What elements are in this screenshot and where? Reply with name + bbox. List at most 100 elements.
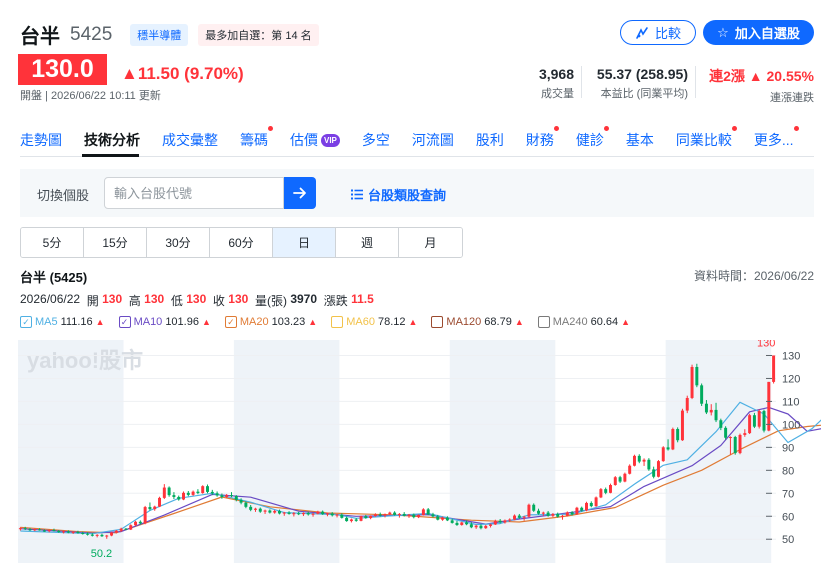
candle-body (513, 515, 517, 520)
stat-divider (695, 66, 696, 98)
compare-button[interactable]: 比較 (620, 20, 696, 45)
y-tick-label: 110 (782, 396, 800, 408)
candle-body (465, 522, 469, 525)
new-dot (553, 126, 559, 131)
ma20-toggle[interactable]: ✓ MA20 103.23 ▲ (224, 316, 317, 328)
price-change: ▲11.50 (9.70%) (121, 64, 244, 83)
add-watchlist-button[interactable]: ☆ 加入自選股 (703, 20, 814, 45)
candle-body (594, 497, 598, 507)
candle-body (580, 507, 584, 511)
tab-more[interactable]: 更多... (754, 126, 799, 150)
candle-body (177, 496, 181, 500)
checkbox-unchecked-icon[interactable] (331, 316, 344, 328)
tab-trades[interactable]: 成交彙整 (162, 130, 218, 150)
ma240-toggle[interactable]: MA240 60.64 ▲ (537, 316, 630, 328)
open-label: 開 (86, 294, 99, 308)
main-tabs: 走勢圖 技術分析 成交彙整 籌碼 估價 VIP 多空 河流圖 股利 財務 健診 基… (20, 126, 799, 150)
category-search-link[interactable]: 台股類股查詢 (351, 185, 446, 204)
new-dot (731, 126, 737, 131)
candle-body (628, 465, 632, 474)
tab-peer-compare[interactable]: 同業比較 (676, 126, 737, 150)
candle-body (191, 491, 195, 495)
tab-chips[interactable]: 籌碼 (240, 126, 273, 150)
current-price: 130.0 (18, 54, 107, 85)
candle-body (738, 434, 742, 454)
sector-badge[interactable]: 穩半導體 (130, 23, 189, 46)
candle-body (86, 533, 90, 535)
candle-body (66, 531, 70, 533)
period-30min[interactable]: 30分 (147, 228, 210, 257)
period-selector: 5分 15分 30分 60分 日 週 月 (20, 227, 463, 258)
candle-body (517, 515, 521, 518)
tab-trend[interactable]: 走勢圖 (20, 130, 62, 150)
ma60-toggle[interactable]: MA60 78.12 ▲ (331, 316, 417, 328)
candle-body (671, 428, 675, 450)
candle-body (330, 513, 334, 516)
tab-technical[interactable]: 技術分析 (84, 130, 140, 150)
candle-body (383, 514, 387, 516)
ma10-toggle[interactable]: ✓ MA10 101.96 ▲ (118, 316, 211, 328)
tab-valuation[interactable]: 估價 VIP (290, 130, 340, 150)
y-tick-label: 90 (782, 442, 794, 454)
candle-body (604, 489, 608, 493)
tab-bull-bear[interactable]: 多空 (362, 130, 390, 150)
candle-body (110, 532, 114, 536)
candle-body (666, 447, 670, 450)
candlestick-chart[interactable]: yahoo!股市 50 60 70 80 90 100 110 120 130 50.2 130 (0, 340, 821, 567)
candle-body (556, 513, 560, 517)
candle-body (455, 522, 459, 525)
candle-body (215, 493, 219, 496)
candle-body (436, 516, 440, 520)
period-15min[interactable]: 15分 (84, 228, 147, 257)
checkbox-checked-icon[interactable]: ✓ (20, 316, 32, 328)
candle-body (321, 511, 325, 515)
candle-body (316, 511, 320, 514)
tab-basic[interactable]: 基本 (626, 130, 654, 150)
candle-body (244, 502, 248, 507)
candle-body (642, 459, 646, 462)
candle-body (38, 529, 42, 531)
market-status-time: 開盤 | 2026/06/22 10:11 更新 (20, 90, 161, 102)
stat-volume: 3,968 成交量 (539, 66, 574, 101)
candle-body (42, 530, 46, 532)
candle-body (306, 513, 310, 515)
candle-body (129, 525, 133, 530)
checkbox-unchecked-icon[interactable] (537, 316, 550, 328)
period-month[interactable]: 月 (399, 228, 462, 257)
candle-body (287, 512, 291, 514)
ma120-toggle[interactable]: MA120 68.79 ▲ (431, 316, 524, 328)
checkbox-unchecked-icon[interactable] (431, 316, 444, 328)
candle-body (105, 535, 109, 537)
search-submit-button[interactable] (284, 177, 316, 209)
candle-body (277, 510, 281, 514)
checkbox-checked-icon[interactable]: ✓ (118, 316, 131, 328)
stock-code-input[interactable] (104, 177, 284, 209)
period-week[interactable]: 週 (336, 228, 399, 257)
candle-body (153, 506, 157, 510)
candle-body (618, 477, 622, 482)
ohlc-date: 2026/06/22 (20, 292, 81, 306)
candle-body (700, 385, 704, 404)
checkbox-checked-icon[interactable]: ✓ (224, 316, 237, 328)
arrow-right-icon (293, 187, 306, 199)
tab-river[interactable]: 河流圖 (412, 130, 454, 150)
candle-body (613, 477, 617, 486)
period-60min[interactable]: 60分 (210, 228, 273, 257)
candle-body (134, 521, 138, 526)
candle-body (258, 508, 262, 512)
list-icon (351, 189, 363, 200)
tab-health[interactable]: 健診 (576, 126, 609, 150)
star-icon: ☆ (717, 24, 729, 40)
period-5min[interactable]: 5分 (21, 228, 84, 257)
y-tick-label: 80 (782, 465, 794, 477)
candle-body (589, 502, 593, 507)
candle-body (220, 495, 224, 497)
candle-body (234, 496, 238, 500)
candle-body (532, 504, 536, 511)
ma5-toggle[interactable]: ✓ MA5 111.16 ▲ (20, 316, 105, 328)
tab-dividend[interactable]: 股利 (476, 130, 504, 150)
volume-value: 3970 (290, 292, 318, 306)
candle-body (182, 492, 185, 500)
period-day[interactable]: 日 (273, 228, 336, 257)
tab-financial[interactable]: 財務 (526, 126, 559, 150)
